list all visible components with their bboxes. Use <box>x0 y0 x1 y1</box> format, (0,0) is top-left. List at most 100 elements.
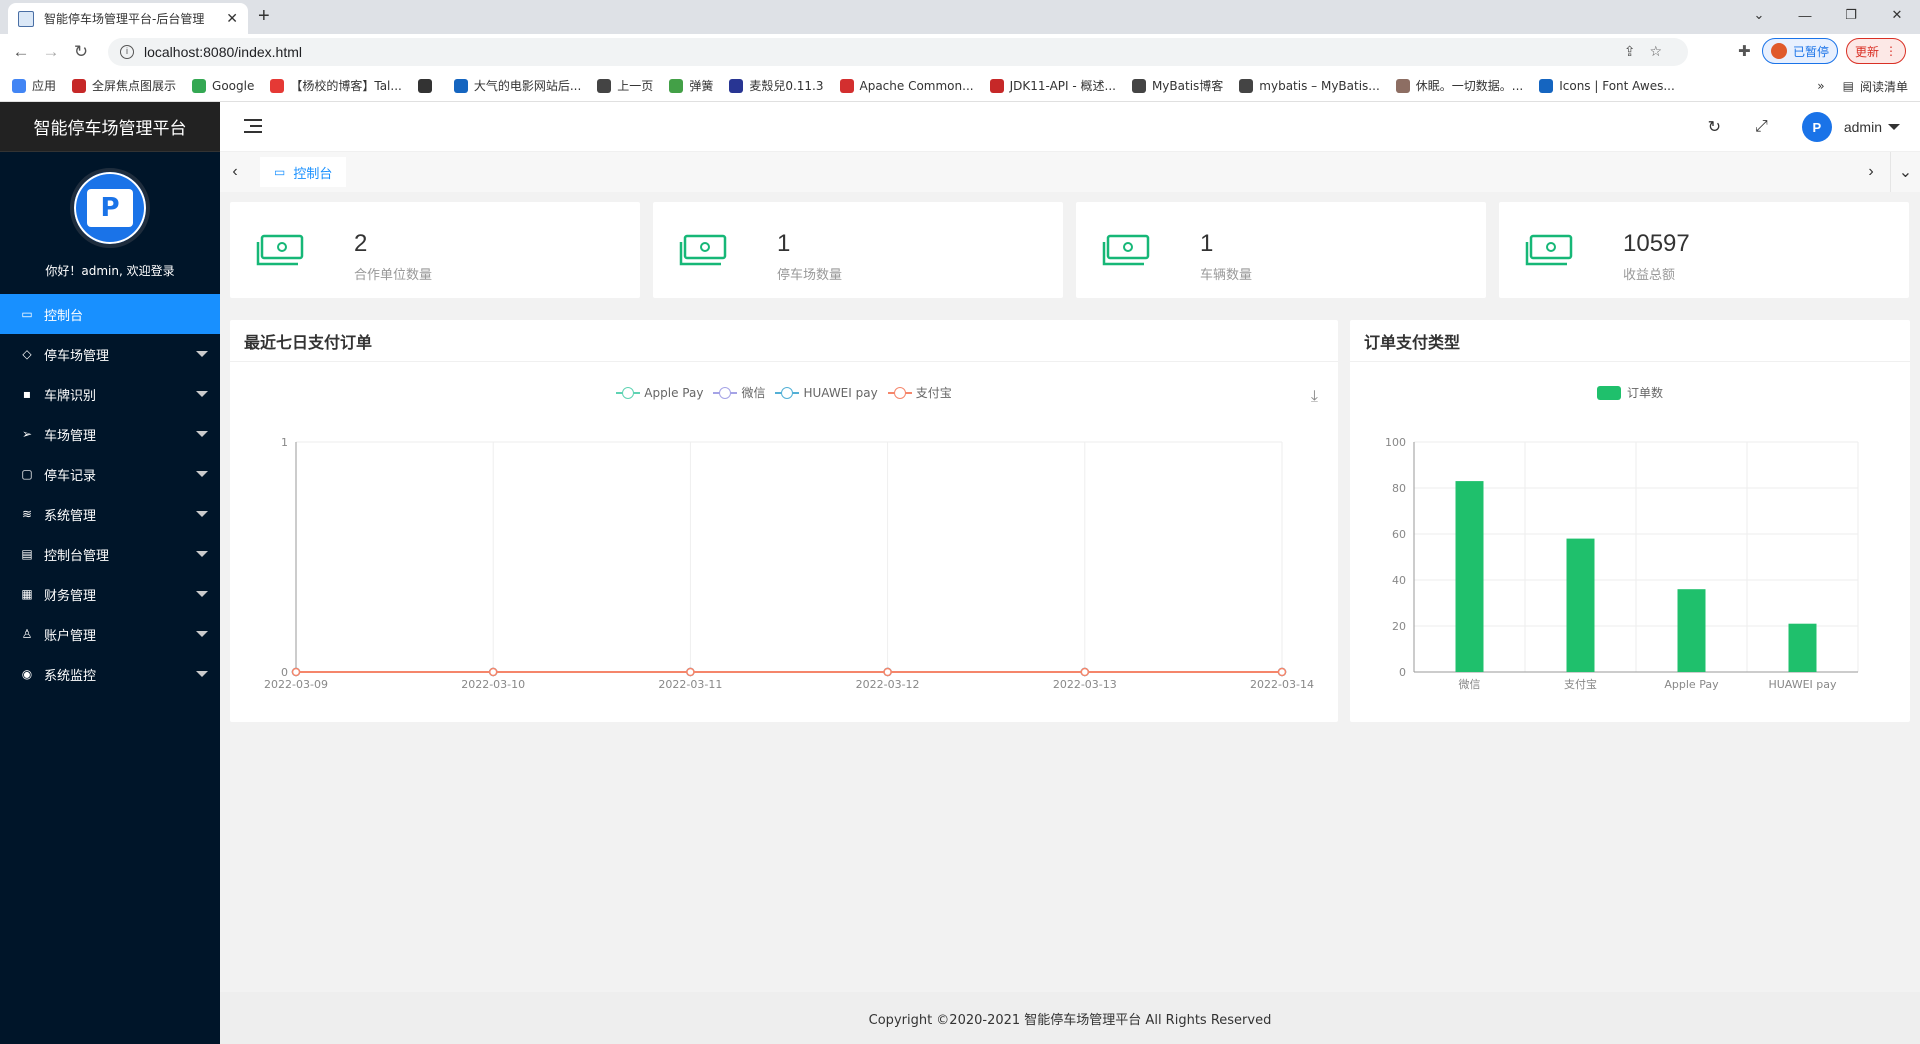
user-panel: P 你好！admin, 欢迎登录 <box>0 152 220 294</box>
bar[interactable] <box>1455 481 1484 672</box>
bookmark-favicon-icon <box>192 78 207 93</box>
new-tab-icon[interactable]: + <box>258 5 270 28</box>
more-bookmarks-icon[interactable]: » <box>1817 79 1824 93</box>
bookmark-favicon-icon <box>453 78 468 93</box>
sidebar-item-5[interactable]: ▢ 停车记录 <box>0 454 220 494</box>
avatar[interactable]: P <box>70 167 150 248</box>
update-label: 更新 <box>1855 44 1880 59</box>
data-point[interactable] <box>686 667 695 677</box>
parking-logo-icon: P <box>87 188 133 227</box>
username[interactable]: admin <box>1844 119 1882 135</box>
bookmark-item[interactable]: Google <box>192 78 254 93</box>
sidebar-item-6[interactable]: ≋ 系统管理 <box>0 494 220 534</box>
menu-toggle-icon[interactable] <box>244 119 262 133</box>
bookmark-item[interactable]: Icons | Font Awes... <box>1539 78 1675 93</box>
bar[interactable] <box>1677 589 1706 672</box>
user-dropdown-icon[interactable] <box>1888 124 1900 130</box>
bookmark-item[interactable]: 【杨校的博客】Tal... <box>270 77 402 94</box>
money-icon <box>256 234 304 266</box>
tabs-next-icon[interactable]: › <box>1856 152 1886 192</box>
page-favicon-icon <box>18 10 34 27</box>
chevron-down-icon <box>196 351 208 357</box>
bookmark-label: 【杨校的博客】Tal... <box>290 79 402 93</box>
bookmark-item[interactable]: MyBatis博客 <box>1131 77 1223 94</box>
data-point[interactable] <box>1080 667 1090 677</box>
welcome-text: 你好！admin, 欢迎登录 <box>45 263 175 278</box>
bookmark-item[interactable]: Apache Common... <box>839 78 974 93</box>
tab-console[interactable]: ▭ 控制台 <box>260 157 347 187</box>
monitor-icon: ▭ <box>274 165 286 179</box>
stat-value: 1 <box>1200 230 1214 257</box>
update-button[interactable]: 更新 ⋮ <box>1846 38 1907 64</box>
sidebar-item-10[interactable]: ◉ 系统监控 <box>0 654 220 694</box>
layers-icon: ≋ <box>21 507 33 521</box>
refresh-icon[interactable]: ↻ <box>1708 117 1721 137</box>
sidebar-item-8[interactable]: ▦ 财务管理 <box>0 574 220 614</box>
profile-paused-button[interactable]: 已暂停 <box>1762 38 1839 64</box>
forward-icon[interactable]: → <box>36 42 66 62</box>
sidebar-item-2[interactable]: ◇ 停车场管理 <box>0 334 220 374</box>
back-icon[interactable]: ← <box>6 42 36 62</box>
browser-tab[interactable]: 智能停车场管理平台-后台管理 ✕ <box>8 3 248 34</box>
bookmark-favicon-icon <box>729 78 744 93</box>
bookmark-item[interactable]: 弹簧 <box>669 77 713 94</box>
address-bar[interactable]: i localhost:8080/index.html ⇪☆ <box>108 38 1688 66</box>
bookmark-item[interactable]: 应用 <box>12 77 56 94</box>
stat-card: 10597 收益总额 <box>1499 202 1909 298</box>
window-close-icon[interactable]: ✕ <box>1874 0 1920 30</box>
share-and-bookmark-icons[interactable]: ⇪☆ <box>1624 43 1676 60</box>
stat-label: 合作单位数量 <box>354 268 433 283</box>
bookmark-item[interactable]: JDK11-API - 概述... <box>989 77 1116 94</box>
reload-icon[interactable]: ↻ <box>66 42 96 62</box>
y-tick-label: 60 <box>1392 528 1406 541</box>
reading-list-label[interactable]: 阅读清单 <box>1860 78 1908 95</box>
y-tick-label: 20 <box>1392 620 1406 633</box>
sidebar-item-1[interactable]: ▭ 控制台 <box>0 294 220 334</box>
send-icon: ➢ <box>21 427 33 441</box>
data-point[interactable] <box>291 667 301 677</box>
tab-search-icon[interactable]: ⌄ <box>1736 0 1782 30</box>
bookmark-favicon-icon <box>72 78 87 93</box>
sidebar-item-label: 账户管理 <box>44 628 97 644</box>
extensions-icon[interactable]: ✚ <box>1738 42 1751 60</box>
sidebar-item-4[interactable]: ➢ 车场管理 <box>0 414 220 454</box>
fullscreen-icon[interactable]: ⤢ <box>1755 118 1768 136</box>
bookmark-item[interactable]: 麦殼兒0.11.3 <box>729 77 824 94</box>
bookmark-favicon-icon <box>669 78 684 93</box>
bookmark-item[interactable]: mybatis – MyBatis... <box>1239 78 1380 93</box>
data-point[interactable] <box>488 667 498 677</box>
bookmark-label: Apache Common... <box>859 78 974 93</box>
sidebar-item-7[interactable]: ▤ 控制台管理 <box>0 534 220 574</box>
bookmark-label: 休眠。一切数据。... <box>1415 79 1524 93</box>
close-tab-icon[interactable]: ✕ <box>226 10 238 27</box>
bookmark-favicon-icon <box>989 78 1004 93</box>
restore-icon[interactable]: ❐ <box>1828 0 1874 30</box>
x-tick-label: HUAWEI pay <box>1768 678 1837 691</box>
data-point[interactable] <box>883 667 892 677</box>
bookmark-item[interactable]: 大气的电影网站后... <box>453 77 581 94</box>
minimize-icon[interactable]: — <box>1782 0 1828 30</box>
bar[interactable] <box>1788 623 1817 672</box>
bar-chart-svg: 0 20 40 60 80 100 微信 支付宝 Apple Pay HUAWEI pay <box>1385 436 1859 691</box>
bookmark-item[interactable]: 休眠。一切数据。... <box>1395 77 1524 94</box>
chevron-down-icon <box>196 631 208 637</box>
bar[interactable] <box>1566 538 1595 672</box>
site-info-icon[interactable]: i <box>120 45 134 59</box>
sidebar-item-label: 停车场管理 <box>44 348 110 364</box>
sidebar-item-3[interactable]: ▪ 车牌识别 <box>0 374 220 414</box>
sidebar-item-9[interactable]: ♙ 账户管理 <box>0 614 220 654</box>
bookmark-favicon-icon <box>597 78 612 93</box>
data-point[interactable] <box>1277 667 1287 677</box>
app-root: 智能停车场管理平台 P 你好！admin, 欢迎登录 ▭ 控制台 ◇ 停车场管理 ▪ 车牌… <box>0 102 1920 1044</box>
bookmark-label: 上一页 <box>617 79 654 93</box>
brand-title: 智能停车场管理平台 <box>0 102 220 152</box>
bookmark-item[interactable] <box>417 78 438 93</box>
bookmark-item[interactable]: 上一页 <box>597 77 653 94</box>
reading-list-icon[interactable]: ▤ <box>1843 79 1854 93</box>
bookmark-item[interactable]: 全屏焦点图展示 <box>72 77 176 94</box>
sidebar-item-label: 财务管理 <box>44 588 97 604</box>
tabs-prev-icon[interactable]: ‹ <box>220 152 250 192</box>
user-avatar-icon[interactable]: P <box>1801 112 1832 142</box>
tabs-dropdown-icon[interactable]: ⌄ <box>1890 152 1920 192</box>
bookmarks-right: » ▤ 阅读清单 <box>1817 70 1908 102</box>
